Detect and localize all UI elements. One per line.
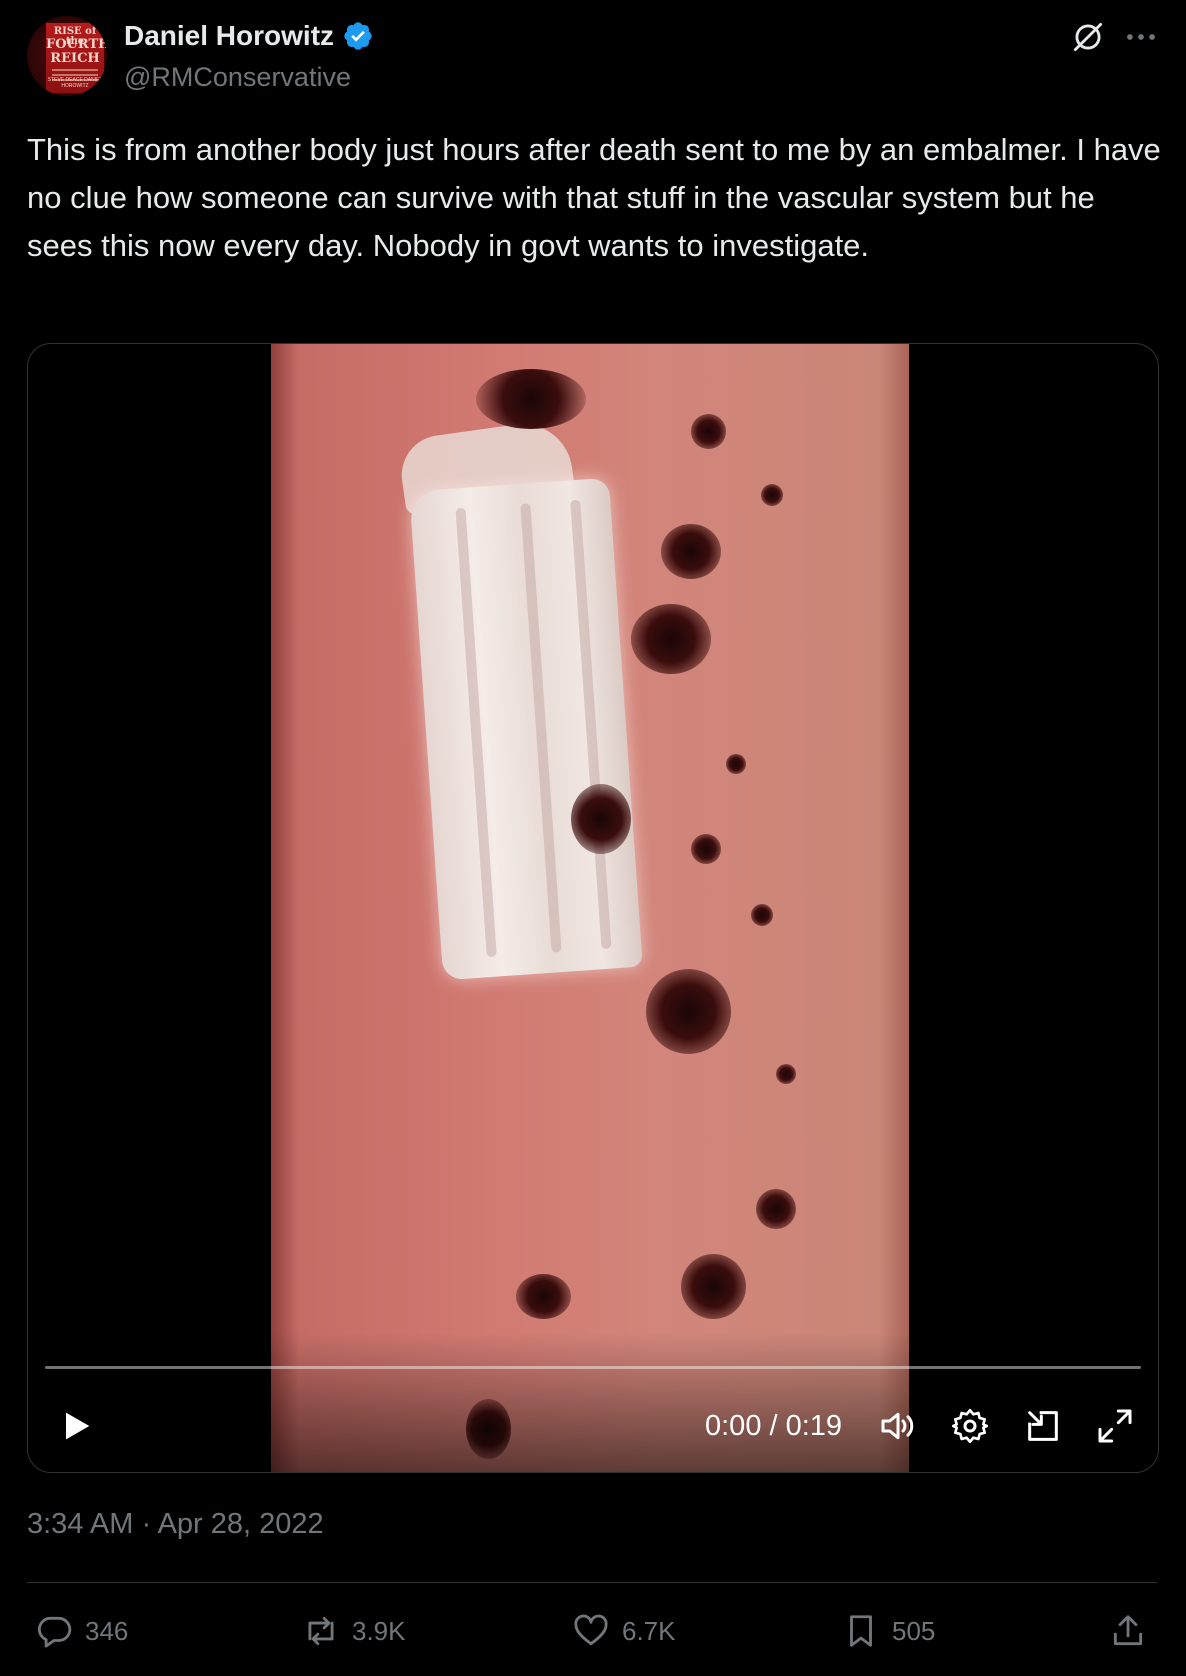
grok-icon[interactable] [1069, 18, 1107, 56]
bookmark-count: 505 [892, 1615, 936, 1646]
share-button[interactable] [1109, 1606, 1147, 1656]
author-name[interactable]: Daniel Horowitz [124, 20, 334, 52]
bookmark-button[interactable]: 505 [842, 1606, 935, 1656]
avatar[interactable]: RISE of the FOURTH REICH STEVE DEACE DAN… [27, 16, 107, 96]
settings-icon[interactable] [950, 1406, 990, 1446]
verified-badge-icon [344, 22, 372, 50]
video-time: 0:00 / 0:19 [705, 1410, 843, 1442]
volume-icon[interactable] [878, 1406, 918, 1446]
like-button[interactable]: 6.7K [572, 1606, 676, 1656]
video-player[interactable]: 0:00 / 0:19 [27, 343, 1159, 1473]
video-frame[interactable] [271, 344, 909, 1472]
bookmark-icon [850, 1615, 872, 1647]
repost-icon [308, 1616, 334, 1646]
fullscreen-icon[interactable] [1095, 1406, 1135, 1446]
like-count: 6.7K [622, 1615, 676, 1646]
avatar-book-text-lines [52, 69, 98, 71]
reply-icon [37, 1616, 72, 1648]
avatar-book-authors: STEVE DEACE DANIEL HOROWITZ [47, 77, 103, 89]
tweet-timestamp[interactable]: 3:34 AM · Apr 28, 2022 [27, 1508, 324, 1541]
share-icon [1113, 1615, 1143, 1646]
avatar-book-line-3: REICH [50, 51, 100, 66]
controls-overlay [28, 1332, 1158, 1472]
repost-count: 3.9K [352, 1615, 406, 1646]
repost-button[interactable]: 3.9K [302, 1606, 406, 1656]
more-icon[interactable] [1122, 18, 1160, 56]
avatar-book-line-2: FOURTH [46, 37, 107, 52]
reply-count: 346 [85, 1615, 129, 1646]
clot-strand [409, 477, 643, 981]
tweet-text: This is from another body just hours aft… [27, 132, 1161, 263]
play-icon[interactable] [56, 1406, 96, 1446]
reply-button[interactable]: 346 [35, 1606, 128, 1656]
avatar-book-cover: RISE of the FOURTH REICH STEVE DEACE DAN… [45, 22, 107, 94]
heart-icon [574, 1614, 608, 1646]
pip-icon[interactable] [1023, 1406, 1063, 1446]
author-name-row[interactable]: Daniel Horowitz [124, 20, 374, 52]
action-bar: 346 3.9K 6.7K 505 [27, 1606, 1157, 1656]
divider [27, 1582, 1157, 1583]
video-progress-bar[interactable] [45, 1366, 1141, 1369]
author-handle[interactable]: @RMConservative [124, 62, 351, 93]
